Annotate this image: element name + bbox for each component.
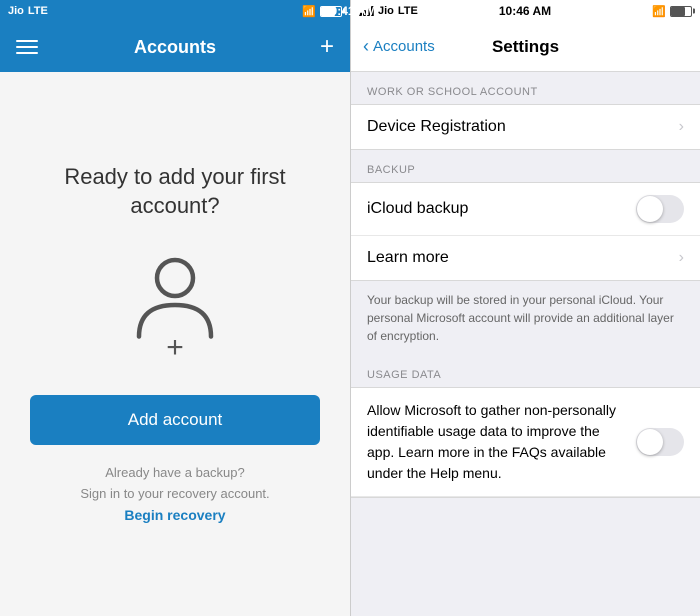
recovery-line2: Sign in to your recovery account.	[80, 486, 269, 501]
work-section: WORK OR SCHOOL ACCOUNT Device Registrati…	[351, 72, 700, 150]
usage-section-header: USAGE DATA	[351, 355, 700, 387]
backup-info-text: Your backup will be stored in your perso…	[351, 281, 700, 355]
back-label: Accounts	[373, 38, 435, 55]
left-status-left: Jio LTE	[8, 5, 48, 17]
icloud-backup-label: iCloud backup	[367, 200, 468, 218]
work-settings-group: Device Registration ›	[351, 104, 700, 150]
right-wifi-icon: 📶	[652, 5, 666, 18]
right-time: 10:46 AM	[499, 4, 551, 18]
left-status-bar: Jio LTE 10:41 AM 📶	[0, 0, 350, 22]
learn-more-label: Learn more	[367, 249, 449, 267]
recovery-line1: Already have a backup?	[80, 465, 269, 480]
icloud-backup-toggle[interactable]	[636, 195, 684, 223]
learn-more-row[interactable]: Learn more ›	[351, 236, 700, 280]
usage-section: USAGE DATA Allow Microsoft to gather non…	[351, 355, 700, 498]
user-avatar-icon	[130, 251, 220, 341]
right-nav-title: Settings	[492, 37, 559, 57]
prompt-text: Ready to add your first account?	[20, 163, 330, 220]
device-registration-row[interactable]: Device Registration ›	[351, 105, 700, 149]
user-icon-container: +	[130, 251, 220, 365]
usage-data-row[interactable]: Allow Microsoft to gather non-personally…	[351, 388, 700, 497]
add-account-nav-icon[interactable]: +	[320, 33, 334, 61]
plus-badge-icon: +	[166, 331, 184, 365]
left-carrier: Jio	[8, 5, 24, 17]
usage-settings-group: Allow Microsoft to gather non-personally…	[351, 387, 700, 498]
work-section-header: WORK OR SCHOOL ACCOUNT	[351, 72, 700, 104]
left-network: LTE	[28, 5, 48, 17]
right-panel: Jio LTE 10:46 AM 📶 ‹ Accounts Settings W…	[350, 0, 700, 616]
left-nav-title: Accounts	[134, 37, 216, 58]
icloud-backup-row[interactable]: iCloud backup	[351, 183, 700, 236]
usage-data-toggle[interactable]	[636, 428, 684, 456]
left-nav-bar: Accounts +	[0, 22, 350, 72]
usage-toggle-thumb	[637, 429, 663, 455]
recovery-section: Already have a backup? Sign in to your r…	[80, 465, 269, 525]
add-account-button[interactable]: Add account	[30, 395, 320, 445]
chevron-left-icon: ‹	[363, 36, 369, 57]
right-status-right: 📶	[652, 5, 692, 18]
right-status-bar: Jio LTE 10:46 AM 📶	[351, 0, 700, 22]
usage-data-label: Allow Microsoft to gather non-personally…	[367, 400, 636, 484]
right-battery-icon	[670, 6, 692, 17]
left-panel: Jio LTE 10:41 AM 📶 Accounts + Ready to a…	[0, 0, 350, 616]
device-registration-label: Device Registration	[367, 118, 506, 136]
left-status-right: 📶	[302, 5, 342, 18]
backup-section-header: BACKUP	[351, 150, 700, 182]
backup-section: BACKUP iCloud backup Learn more › Your b…	[351, 150, 700, 355]
right-nav-bar: ‹ Accounts Settings	[351, 22, 700, 72]
device-registration-chevron: ›	[679, 118, 684, 136]
toggle-thumb	[637, 196, 663, 222]
left-content: Ready to add your first account? + Add a…	[0, 72, 350, 616]
battery-icon	[320, 6, 342, 17]
learn-more-chevron: ›	[679, 249, 684, 267]
settings-content: WORK OR SCHOOL ACCOUNT Device Registrati…	[351, 72, 700, 616]
begin-recovery-link[interactable]: Begin recovery	[124, 507, 225, 523]
right-network: LTE	[398, 5, 418, 17]
backup-settings-group: iCloud backup Learn more ›	[351, 182, 700, 281]
right-carrier: Jio	[378, 5, 394, 17]
wifi-icon: 📶	[302, 5, 316, 18]
back-button[interactable]: ‹ Accounts	[363, 36, 435, 57]
hamburger-icon[interactable]	[16, 40, 38, 54]
